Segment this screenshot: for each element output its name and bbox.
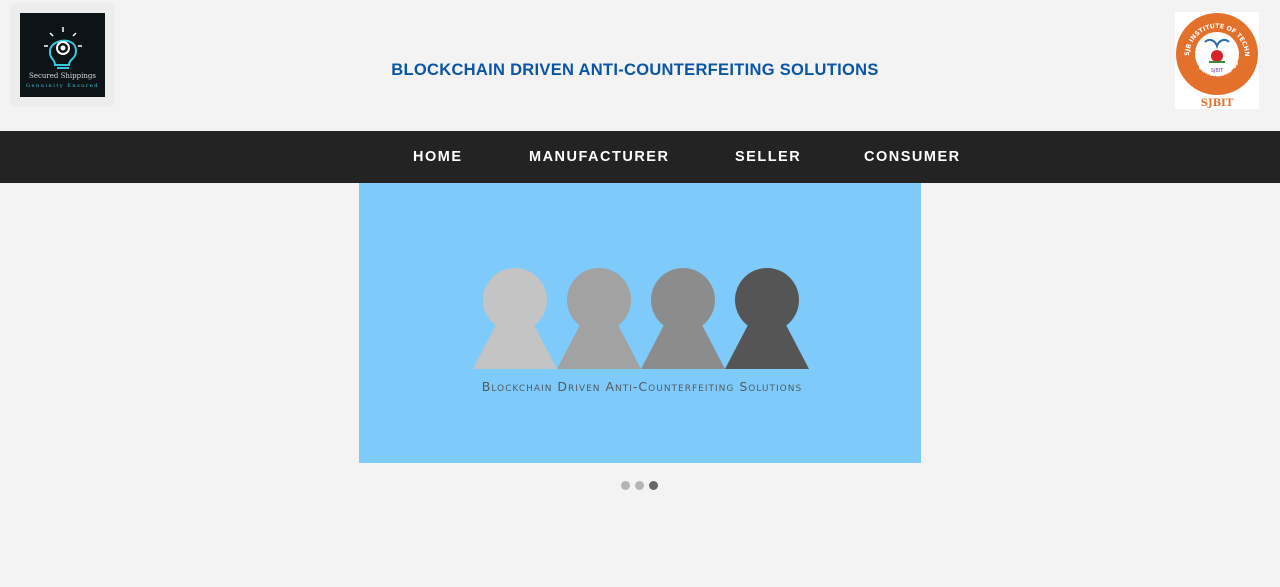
slider-dot-1[interactable]: [621, 481, 630, 490]
slider-dot-2[interactable]: [635, 481, 644, 490]
main-navigation: HOME MANUFACTURER SELLER CONSUMER: [0, 131, 1280, 183]
secured-shippings-logo[interactable]: Secured Shippings Genuinity Ensured: [12, 5, 112, 105]
person-figure-2: [557, 268, 641, 369]
site-header: Secured Shippings Genuinity Ensured BLOC…: [0, 0, 1280, 131]
person-figure-1: [473, 268, 557, 369]
nav-seller[interactable]: SELLER: [735, 131, 801, 183]
page-title: BLOCKCHAIN DRIVEN ANTI-COUNTERFEITING SO…: [391, 61, 879, 79]
nav-home[interactable]: HOME: [413, 131, 463, 183]
logo-brand-tagline: Genuinity Ensured: [26, 83, 99, 89]
sjbit-logo[interactable]: SJB INSTITUTE OF TECHNOLOGY BENGALURU-60…: [1175, 12, 1259, 109]
logo-brand-name: Secured Shippings: [29, 72, 96, 80]
people-figures-graphic: [473, 268, 809, 369]
sjbit-seal-icon: SJB INSTITUTE OF TECHNOLOGY BENGALURU-60…: [1175, 12, 1258, 95]
svg-text:SJBIT: SJBIT: [1211, 68, 1225, 74]
person-figure-3: [641, 268, 725, 369]
logo-dark-panel: Secured Shippings Genuinity Ensured: [20, 13, 105, 97]
sjbit-label: SJBIT: [1200, 98, 1234, 109]
hero-slide[interactable]: Blockchain Driven Anti-Counterfeiting So…: [359, 183, 921, 463]
nav-consumer[interactable]: CONSUMER: [864, 131, 961, 183]
person-figure-4: [725, 268, 809, 369]
slide-caption: Blockchain Driven Anti-Counterfeiting So…: [481, 379, 803, 394]
slider-dot-3[interactable]: [649, 481, 658, 490]
nav-manufacturer[interactable]: MANUFACTURER: [529, 131, 669, 183]
